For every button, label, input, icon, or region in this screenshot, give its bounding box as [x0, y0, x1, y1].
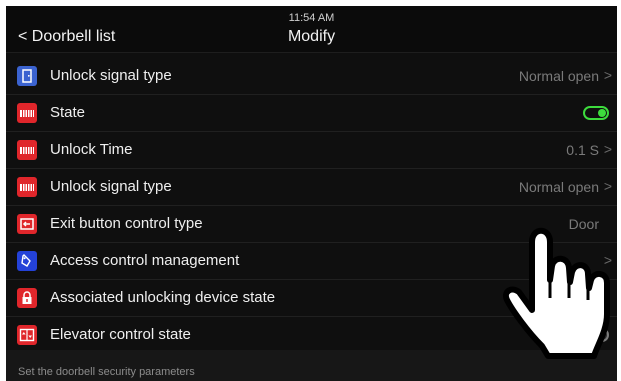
row-unlock-time[interactable]: Unlock Time 0.1 S > — [6, 132, 617, 169]
row-value: Normal open — [518, 179, 599, 195]
row-value: 0.1 S — [566, 142, 599, 158]
row-label: Associated unlocking device state — [50, 289, 276, 306]
lock-relay-icon — [17, 103, 37, 123]
status-time: 11:54 AM — [288, 12, 335, 24]
lock-relay-icon — [17, 140, 37, 160]
doorbell-settings-screen: < Doorbell list 11:54 AM Modify Unlock s… — [6, 6, 617, 381]
row-label: Exit button control type — [50, 215, 203, 232]
elevator-icon — [17, 325, 37, 345]
pointing-hand-icon — [503, 227, 610, 359]
row-label: Unlock signal type — [50, 67, 172, 84]
row-unlock-signal-type-2[interactable]: Unlock signal type Normal open > — [6, 169, 617, 206]
state-toggle[interactable] — [583, 106, 609, 120]
row-value: Normal open — [518, 68, 599, 84]
page-title: Modify — [287, 28, 336, 45]
row-label: State — [50, 104, 86, 121]
row-label: Access control management — [50, 252, 240, 269]
chevron-right-icon: > — [603, 141, 612, 157]
row-state: State — [6, 95, 617, 132]
row-label: Unlock Time — [50, 141, 133, 158]
exit-button-icon — [17, 214, 37, 234]
toggle-knob — [598, 109, 606, 117]
top-bar: < Doorbell list 11:54 AM Modify — [6, 6, 617, 53]
hint-text: Set the doorbell security parameters — [18, 366, 195, 378]
chevron-right-icon: > — [603, 178, 612, 194]
padlock-icon — [17, 288, 37, 308]
chevron-right-icon: > — [603, 67, 612, 83]
lock-relay-icon — [17, 177, 37, 197]
tag-icon — [17, 251, 37, 271]
row-label: Unlock signal type — [50, 178, 172, 195]
row-unlock-signal-type-1[interactable]: Unlock signal type Normal open > — [6, 58, 617, 95]
row-label: Elevator control state — [50, 326, 191, 343]
door-icon — [17, 66, 37, 86]
